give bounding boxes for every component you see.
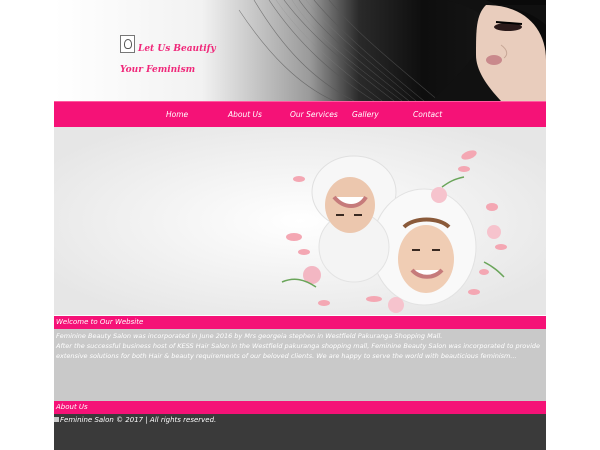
logo-icon [120,35,135,53]
about-title: About Us [56,403,88,411]
page-wrapper: Let Us Beautify Your Feminism Home About… [54,0,546,450]
footer-copyright: Feminine Salon © 2017 | All rights reser… [54,416,216,424]
spa-women-image [54,127,546,315]
welcome-paragraph-1: Feminine Beauty Salon was incorporated i… [56,332,443,340]
welcome-paragraph-2: After the successful business host of KE… [56,342,540,360]
footer: Feminine Salon © 2017 | All rights reser… [54,414,546,450]
copyright-icon [54,417,59,422]
nav-contact[interactable]: Contact [413,102,442,128]
main-nav: Home About Us Our Services Gallery Conta… [54,101,546,128]
model-face-image [431,0,546,101]
hero-banner [54,127,546,315]
welcome-title-bar: Welcome to Our Website [54,316,546,329]
nav-gallery[interactable]: Gallery [352,102,379,128]
nav-our-services[interactable]: Our Services [290,102,338,128]
footer-copyright-text: Feminine Salon © 2017 | All rights reser… [60,416,217,424]
header-banner: Let Us Beautify Your Feminism [54,0,546,101]
site-logo[interactable]: Let Us Beautify Your Feminism [120,33,230,78]
nav-home[interactable]: Home [166,102,188,128]
welcome-title: Welcome to Our Website [56,318,144,326]
welcome-content: Feminine Beauty Salon was incorporated i… [54,329,546,401]
nav-about-us[interactable]: About Us [228,102,262,128]
about-title-bar: About Us [54,401,546,414]
